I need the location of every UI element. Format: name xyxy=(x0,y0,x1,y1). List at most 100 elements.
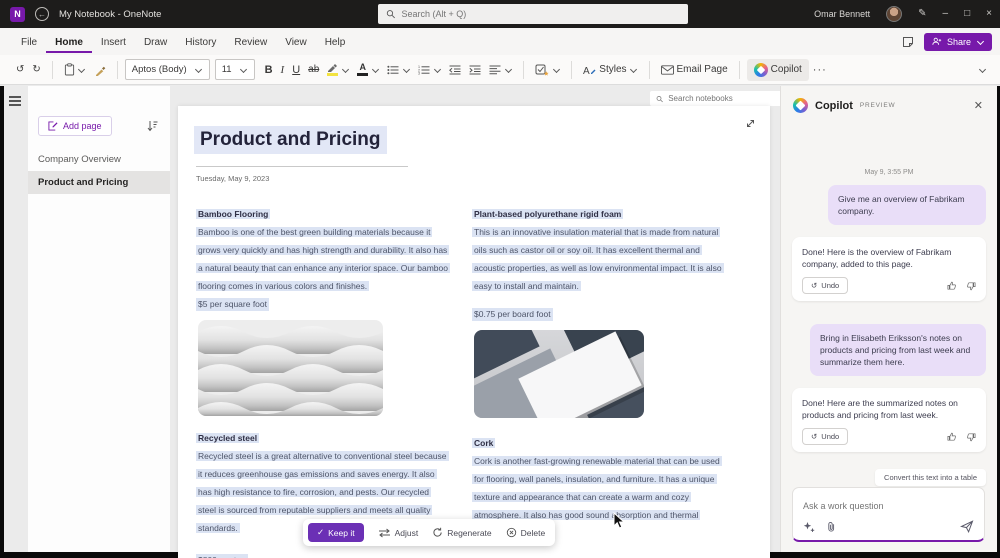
paste-button[interactable] xyxy=(60,60,90,79)
copilot-question-input[interactable] xyxy=(803,501,974,511)
section-body: This is an innovative insulation materia… xyxy=(472,227,724,291)
menu-view[interactable]: View xyxy=(276,31,316,53)
attach-paperclip-icon[interactable] xyxy=(825,521,837,533)
underline-button[interactable]: U xyxy=(288,61,304,79)
tag-check-icon xyxy=(535,64,549,76)
close-copilot-icon[interactable]: ✕ xyxy=(970,99,987,112)
chevron-down-icon xyxy=(240,66,248,74)
undo-icon: ↺ xyxy=(811,432,817,441)
highlight-color-button[interactable] xyxy=(323,60,353,79)
chat-timestamp: May 9, 3:55 PM xyxy=(792,169,986,176)
bullet-list-icon xyxy=(387,65,399,75)
thumbs-down-icon[interactable] xyxy=(966,281,976,291)
email-page-button[interactable]: Email Page xyxy=(657,61,732,78)
menu-insert[interactable]: Insert xyxy=(92,31,135,53)
expand-page-icon[interactable] xyxy=(745,118,756,129)
italic-button[interactable]: I xyxy=(277,61,289,79)
section-heading: Bamboo Flooring xyxy=(196,209,270,219)
section-heading: Plant-based polyurethane rigid foam xyxy=(472,209,623,219)
right-column: Plant-based polyurethane rigid foam This… xyxy=(472,204,724,558)
align-icon xyxy=(489,65,501,75)
redo-button[interactable]: ↻ xyxy=(28,61,44,78)
thumbs-up-icon[interactable] xyxy=(947,281,957,291)
bold-button[interactable]: B xyxy=(261,61,277,79)
tags-button[interactable] xyxy=(531,61,564,79)
bamboo-texture-image[interactable] xyxy=(198,320,383,416)
ribbon-toolbar: ↺ ↻ Aptos (Body) 11 B I U xyxy=(0,55,1000,85)
notebook-search[interactable] xyxy=(650,91,788,106)
adjust-sliders-icon xyxy=(378,528,391,538)
thumbs-down-icon[interactable] xyxy=(966,432,976,442)
user-avatar[interactable] xyxy=(886,6,902,22)
share-button[interactable]: Share xyxy=(924,33,992,51)
foam-boards-image[interactable] xyxy=(474,330,644,418)
ribbon-overflow-button[interactable]: ··· xyxy=(809,61,831,79)
increase-indent-button[interactable] xyxy=(465,62,485,78)
menu-history[interactable]: History xyxy=(176,31,225,53)
maximize-button[interactable]: □ xyxy=(964,9,970,19)
font-color-button[interactable]: A xyxy=(353,60,383,79)
copilot-ribbon-button[interactable]: Copilot xyxy=(747,59,809,81)
menu-review[interactable]: Review xyxy=(225,31,276,53)
sort-pages-icon[interactable] xyxy=(147,120,158,132)
hamburger-menu-icon[interactable] xyxy=(9,96,21,108)
undo-button[interactable]: ↺ xyxy=(12,61,28,78)
note-page[interactable]: Product and Pricing Tuesday, May 9, 2023… xyxy=(178,106,770,558)
copilot-header: Copilot PREVIEW ✕ xyxy=(781,86,997,113)
adjust-button[interactable]: Adjust xyxy=(378,528,419,538)
strikethrough-button[interactable]: ab xyxy=(304,61,323,78)
close-button[interactable]: × xyxy=(986,9,992,19)
collapse-ribbon-icon[interactable] xyxy=(978,66,986,74)
compose-icon xyxy=(48,121,58,131)
numbered-list-button[interactable]: 1 2 3 xyxy=(414,62,445,78)
copilot-input-box[interactable] xyxy=(792,487,985,542)
format-painter-button[interactable] xyxy=(90,61,110,79)
bullet-list-button[interactable] xyxy=(383,62,414,78)
font-name-select[interactable]: Aptos (Body) xyxy=(125,59,210,80)
decrease-indent-button[interactable] xyxy=(445,62,465,78)
menu-draw[interactable]: Draw xyxy=(135,31,176,53)
global-search[interactable] xyxy=(378,4,688,24)
section-heading: Cork xyxy=(472,438,495,448)
feedback-note-icon[interactable] xyxy=(902,36,914,48)
notebook-search-input[interactable] xyxy=(668,94,782,103)
prompt-ideas-icon[interactable] xyxy=(803,521,815,533)
delete-button[interactable]: Delete xyxy=(506,527,546,538)
menu-bar: File Home Insert Draw History Review Vie… xyxy=(0,28,1000,55)
menu-help[interactable]: Help xyxy=(316,31,355,53)
styles-icon: A xyxy=(583,64,596,76)
suggestion-chip[interactable]: Convert this text into a table xyxy=(875,469,986,486)
font-size-select[interactable]: 11 xyxy=(215,59,255,80)
thumbs-up-icon[interactable] xyxy=(947,432,957,442)
pen-icon[interactable]: ✎ xyxy=(918,9,926,19)
copilot-icon xyxy=(793,98,808,113)
menu-home[interactable]: Home xyxy=(46,31,92,53)
styles-label: Styles xyxy=(599,64,626,75)
keep-it-button[interactable]: ✓ Keep it xyxy=(308,523,364,542)
sidebar-page-product-and-pricing[interactable]: Product and Pricing xyxy=(28,171,170,194)
chevron-down-icon xyxy=(433,66,441,74)
adjust-label: Adjust xyxy=(395,528,419,538)
section-plant-foam[interactable]: Plant-based polyurethane rigid foam This… xyxy=(472,204,724,322)
undo-button[interactable]: ↺ Undo xyxy=(802,428,848,445)
styles-button[interactable]: A Styles xyxy=(579,61,641,79)
sidebar-page-company-overview[interactable]: Company Overview xyxy=(28,148,170,171)
increase-indent-icon xyxy=(469,65,481,75)
menu-file[interactable]: File xyxy=(12,31,46,53)
section-bamboo-flooring[interactable]: Bamboo Flooring Bamboo is one of the bes… xyxy=(196,204,448,312)
page-title[interactable]: Product and Pricing xyxy=(194,126,387,154)
chevron-down-icon xyxy=(976,38,984,46)
section-price: $800 per ton xyxy=(196,554,248,558)
send-icon[interactable] xyxy=(960,520,974,533)
undo-icon: ↺ xyxy=(811,281,817,290)
global-search-input[interactable] xyxy=(401,9,680,19)
clipboard-icon xyxy=(64,63,75,76)
align-button[interactable] xyxy=(485,62,516,78)
assistant-message: Done! Here is the overview of Fabrikam c… xyxy=(792,237,986,301)
minimize-button[interactable]: – xyxy=(943,9,949,19)
onenote-app-icon[interactable]: N xyxy=(10,7,25,22)
add-page-button[interactable]: Add page xyxy=(38,116,112,136)
undo-button[interactable]: ↺ Undo xyxy=(802,277,848,294)
regenerate-button[interactable]: Regenerate xyxy=(432,527,491,538)
back-icon[interactable]: ← xyxy=(35,7,49,21)
